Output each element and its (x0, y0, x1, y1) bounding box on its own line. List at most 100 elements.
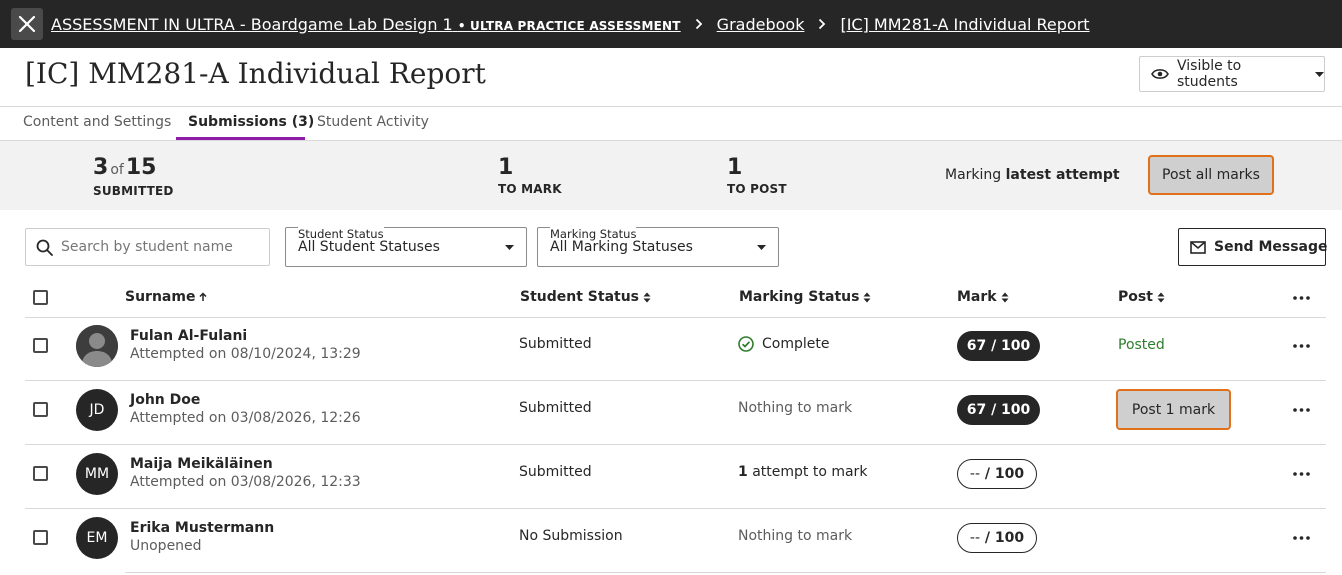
mark-total: / 100 (991, 402, 1031, 418)
post-mark-button[interactable]: Post 1 mark (1116, 389, 1231, 430)
column-header-post[interactable]: Post (1118, 289, 1165, 305)
avatar: JD (76, 389, 118, 431)
marking-status: Complete (738, 336, 829, 352)
eye-icon (1151, 68, 1169, 80)
close-icon (18, 15, 36, 33)
select-all-checkbox[interactable] (33, 290, 48, 305)
mark-pill[interactable]: 67 / 100 (957, 395, 1040, 425)
column-header-mark[interactable]: Mark (957, 289, 1009, 305)
column-student-status-label: Student Status (520, 289, 640, 305)
breadcrumb-course-link[interactable]: ASSESSMENT IN ULTRA - Boardgame Lab Desi… (51, 15, 681, 34)
close-button[interactable] (11, 8, 43, 40)
marking-status-label: Complete (762, 336, 830, 352)
marking-mode-prefix: Marking (945, 167, 1002, 183)
row-checkbox[interactable] (33, 338, 48, 353)
column-marking-status-label: Marking Status (739, 289, 860, 305)
breadcrumb-course-tag: • ULTRA PRACTICE ASSESSMENT (457, 18, 681, 33)
search-icon (36, 239, 53, 256)
search-input[interactable] (61, 239, 251, 255)
student-attempt-info: Attempted on 03/08/2026, 12:33 (130, 474, 361, 490)
table-row: EM Erika Mustermann Unopened No Submissi… (0, 509, 1342, 573)
marking-mode-value[interactable]: latest attempt (1006, 167, 1120, 183)
chevron-right-icon (695, 18, 703, 30)
avatar: MM (76, 453, 118, 495)
total-count: 15 (125, 155, 157, 180)
check-circle-icon (738, 336, 754, 352)
sort-icon (643, 292, 651, 303)
page-title: [IC] MM281-A Individual Report (25, 57, 486, 90)
sort-icon (1157, 292, 1165, 303)
to-post-stat: 1 TO POST (727, 155, 787, 197)
mark-pill[interactable]: -- / 100 (957, 523, 1037, 553)
send-message-button[interactable]: Send Message (1178, 228, 1328, 266)
marking-status-label: attempt to mark (752, 464, 868, 480)
visibility-label: Visible to students (1177, 58, 1242, 90)
mark-value: -- (969, 530, 980, 546)
caret-down-icon (1315, 71, 1324, 77)
student-status-select[interactable]: Student Status All Student Statuses (285, 227, 527, 267)
breadcrumb: ASSESSMENT IN ULTRA - Boardgame Lab Desi… (51, 0, 1090, 48)
row-checkbox[interactable] (33, 530, 48, 545)
student-status-filter-value: All Student Statuses (298, 239, 440, 255)
marking-status-select[interactable]: Marking Status All Marking Statuses (537, 227, 779, 267)
mark-value: -- (969, 466, 980, 482)
column-post-label: Post (1118, 289, 1153, 305)
search-field[interactable] (25, 228, 270, 266)
mark-total: / 100 (984, 466, 1025, 482)
envelope-icon (1190, 240, 1206, 254)
more-options-icon[interactable] (1293, 344, 1310, 348)
top-bar: ASSESSMENT IN ULTRA - Boardgame Lab Desi… (0, 0, 1342, 48)
mark-pill[interactable]: 67 / 100 (957, 331, 1040, 361)
table-row: MM Maija Meikäläinen Attempted on 03/08/… (0, 445, 1342, 509)
more-options-icon[interactable] (1293, 296, 1310, 300)
column-header-marking-status[interactable]: Marking Status (739, 289, 871, 305)
more-options-icon[interactable] (1293, 536, 1310, 540)
divider (125, 572, 1326, 573)
student-name[interactable]: Maija Meikäläinen (130, 456, 273, 472)
column-header-surname[interactable]: Surname (125, 289, 207, 305)
avatar: EM (76, 517, 118, 559)
attempts-to-mark-count: 1 (738, 464, 748, 480)
more-options-icon[interactable] (1293, 408, 1310, 412)
posted-status: Posted (1118, 337, 1165, 353)
mark-value: 67 (966, 402, 987, 418)
column-surname-label: Surname (125, 289, 196, 305)
breadcrumb-current-link[interactable]: [IC] MM281-A Individual Report (840, 15, 1089, 34)
more-options-icon[interactable] (1293, 472, 1310, 476)
post-all-marks-button[interactable]: Post all marks (1148, 155, 1274, 195)
student-status: Submitted (519, 464, 592, 480)
of-label: of (110, 162, 124, 178)
row-checkbox[interactable] (33, 466, 48, 481)
to-mark-count: 1 (498, 155, 514, 180)
caret-down-icon (757, 245, 766, 250)
marking-status[interactable]: 1 attempt to mark (738, 464, 867, 480)
submitted-count: 3 (93, 155, 109, 180)
to-post-label: TO POST (727, 182, 787, 196)
caret-down-icon (505, 245, 514, 250)
student-attempt-info: Unopened (130, 538, 202, 554)
sort-icon (1001, 292, 1009, 303)
person-silhouette-icon (76, 325, 118, 367)
student-status: Submitted (519, 400, 592, 416)
tab-student-activity[interactable]: Student Activity (317, 114, 429, 130)
marking-status: Nothing to mark (738, 400, 853, 416)
tab-content-and-settings[interactable]: Content and Settings (23, 114, 171, 130)
row-checkbox[interactable] (33, 402, 48, 417)
student-name[interactable]: John Doe (130, 392, 200, 408)
send-message-label: Send Message (1214, 239, 1328, 255)
tab-submissions[interactable]: Submissions (3) (188, 114, 314, 130)
marking-status: Nothing to mark (738, 528, 853, 544)
table-row: JD John Doe Attempted on 03/08/2026, 12:… (0, 381, 1342, 445)
student-name[interactable]: Fulan Al-Fulani (130, 328, 247, 344)
breadcrumb-gradebook-link[interactable]: Gradebook (717, 15, 805, 34)
student-name[interactable]: Erika Mustermann (130, 520, 274, 536)
column-header-student-status[interactable]: Student Status (520, 289, 651, 305)
mark-pill[interactable]: -- / 100 (957, 459, 1037, 489)
to-post-count: 1 (727, 155, 743, 180)
sort-icon (863, 292, 871, 303)
student-attempt-info: Attempted on 08/10/2024, 13:29 (130, 346, 361, 362)
avatar (76, 325, 118, 367)
to-mark-label: TO MARK (498, 182, 562, 196)
visibility-dropdown[interactable]: Visible to students (1139, 56, 1325, 92)
student-attempt-info: Attempted on 03/08/2026, 12:26 (130, 410, 361, 426)
